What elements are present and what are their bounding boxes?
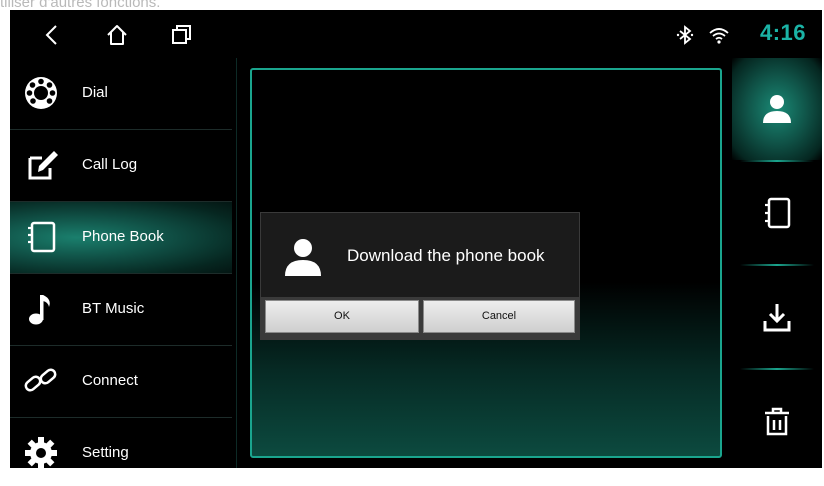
gear-icon (22, 434, 60, 468)
phonebook-icon (760, 196, 794, 230)
sidebar-item-setting[interactable]: Setting (10, 418, 232, 468)
music-note-icon (22, 290, 60, 328)
contact-icon (760, 92, 794, 126)
sidebar-item-phone-book[interactable]: Phone Book (10, 202, 232, 274)
car-radio-screen: 4:16 Dial Call Log Phone Book BT Music C… (10, 10, 822, 468)
clock: 4:16 (759, 20, 806, 45)
download-icon (760, 300, 794, 334)
phonebook-icon (22, 218, 60, 256)
bluetooth-icon (674, 24, 696, 46)
phonebook-button[interactable] (732, 162, 822, 264)
edit-log-icon (22, 146, 60, 184)
contact-icon (281, 235, 325, 279)
sidebar-item-label: BT Music (82, 300, 145, 317)
sidebar-item-dial[interactable]: Dial (10, 58, 232, 130)
sidebar-item-call-log[interactable]: Call Log (10, 130, 232, 202)
sidebar-item-label: Call Log (82, 156, 138, 173)
status-bar: 4:16 (10, 10, 822, 58)
delete-button[interactable] (732, 370, 822, 468)
wifi-icon (708, 24, 730, 46)
link-icon (22, 362, 60, 400)
download-phonebook-dialog: Download the phone book OK Cancel (260, 212, 580, 340)
download-button[interactable] (732, 266, 822, 368)
sidebar-divider (236, 58, 237, 468)
page-caption: tiliser d'autres fonctions. (0, 0, 161, 11)
sidebar-item-label: Setting (82, 444, 129, 461)
sidebar-item-label: Dial (82, 84, 108, 101)
trash-icon (760, 404, 794, 438)
contacts-button[interactable] (732, 58, 822, 160)
dialog-message: Download the phone book (347, 246, 545, 265)
back-icon[interactable] (40, 22, 66, 48)
sidebar-item-connect[interactable]: Connect (10, 346, 232, 418)
recents-icon[interactable] (168, 22, 194, 48)
home-icon[interactable] (104, 22, 130, 48)
sidebar: Dial Call Log Phone Book BT Music Connec… (10, 58, 236, 468)
ok-button[interactable]: OK (265, 300, 419, 333)
right-toolbar (732, 58, 822, 468)
rotary-phone-icon (22, 74, 60, 112)
sidebar-item-label: Connect (82, 372, 138, 389)
cancel-button[interactable]: Cancel (423, 300, 575, 333)
sidebar-item-label: Phone Book (82, 228, 164, 245)
sidebar-item-bt-music[interactable]: BT Music (10, 274, 232, 346)
dialog-button-row: OK Cancel (261, 297, 579, 339)
